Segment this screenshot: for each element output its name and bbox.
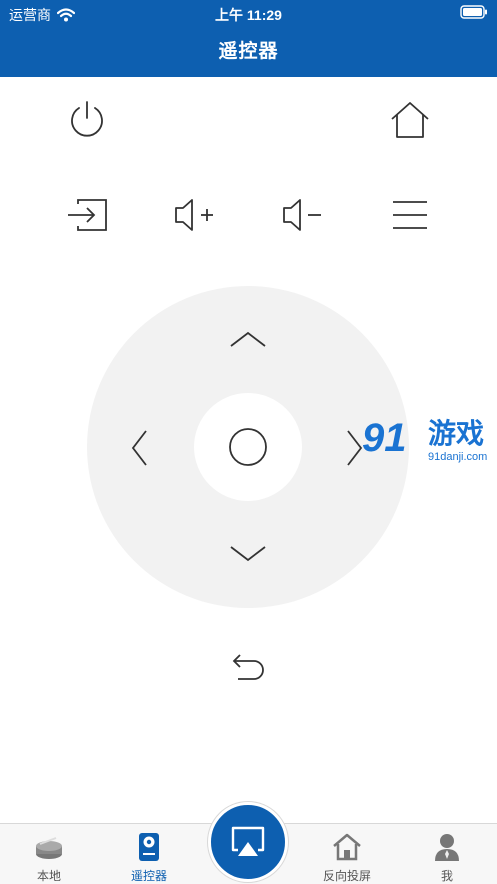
watermark-logo: 91 [362,416,407,460]
power-button[interactable] [67,100,107,140]
chevron-down-icon [230,546,266,562]
volume-up-button[interactable] [173,197,217,233]
reverse-cast-home-icon [333,833,361,861]
tab-local-label: 本地 [36,869,61,883]
watermark: 91 游戏 91danji.com [362,416,497,468]
volume-down-button[interactable] [281,197,325,233]
remote-control-icon [139,833,159,861]
tab-reverse-cast-label: 反向投屏 [322,869,371,883]
user-icon [435,834,459,861]
tab-reverse-cast[interactable]: 反向投屏 [307,824,387,884]
top-bar: 运营商 上午 11:29 遥控器 [0,0,497,77]
tab-me[interactable]: 我 [407,824,487,884]
watermark-url: 91danji.com [428,451,488,463]
tab-local[interactable]: 本地 [9,824,89,884]
tab-me-label: 我 [440,869,453,883]
back-button[interactable] [230,652,266,684]
back-arrow-icon [232,654,264,680]
up-button[interactable] [228,326,268,350]
ok-button[interactable] [228,427,268,467]
battery-icon [460,5,488,22]
home-button[interactable] [389,100,431,140]
input-source-icon [68,199,107,231]
volume-down-icon [283,199,321,231]
home-icon [391,102,429,138]
page-title: 遥控器 [218,41,279,62]
left-button[interactable] [126,428,150,468]
menu-button[interactable] [391,200,429,230]
menu-icon [393,201,427,229]
power-icon [71,101,103,137]
input-source-button[interactable] [66,197,110,233]
ok-circle-icon [229,428,267,466]
watermark-name: 游戏 [428,418,485,449]
status-bar: 运营商 上午 11:29 [0,0,497,26]
local-files-icon [36,837,62,859]
tab-remote[interactable]: 遥控器 [109,824,189,884]
screen-cast-button[interactable] [208,802,288,882]
down-button[interactable] [228,542,268,566]
chevron-up-icon [230,331,266,347]
chevron-left-icon [131,430,147,466]
status-time: 上午 11:29 [215,7,282,23]
volume-up-icon [175,199,213,231]
screen-cast-icon [231,826,265,856]
tab-remote-label: 遥控器 [130,869,167,883]
